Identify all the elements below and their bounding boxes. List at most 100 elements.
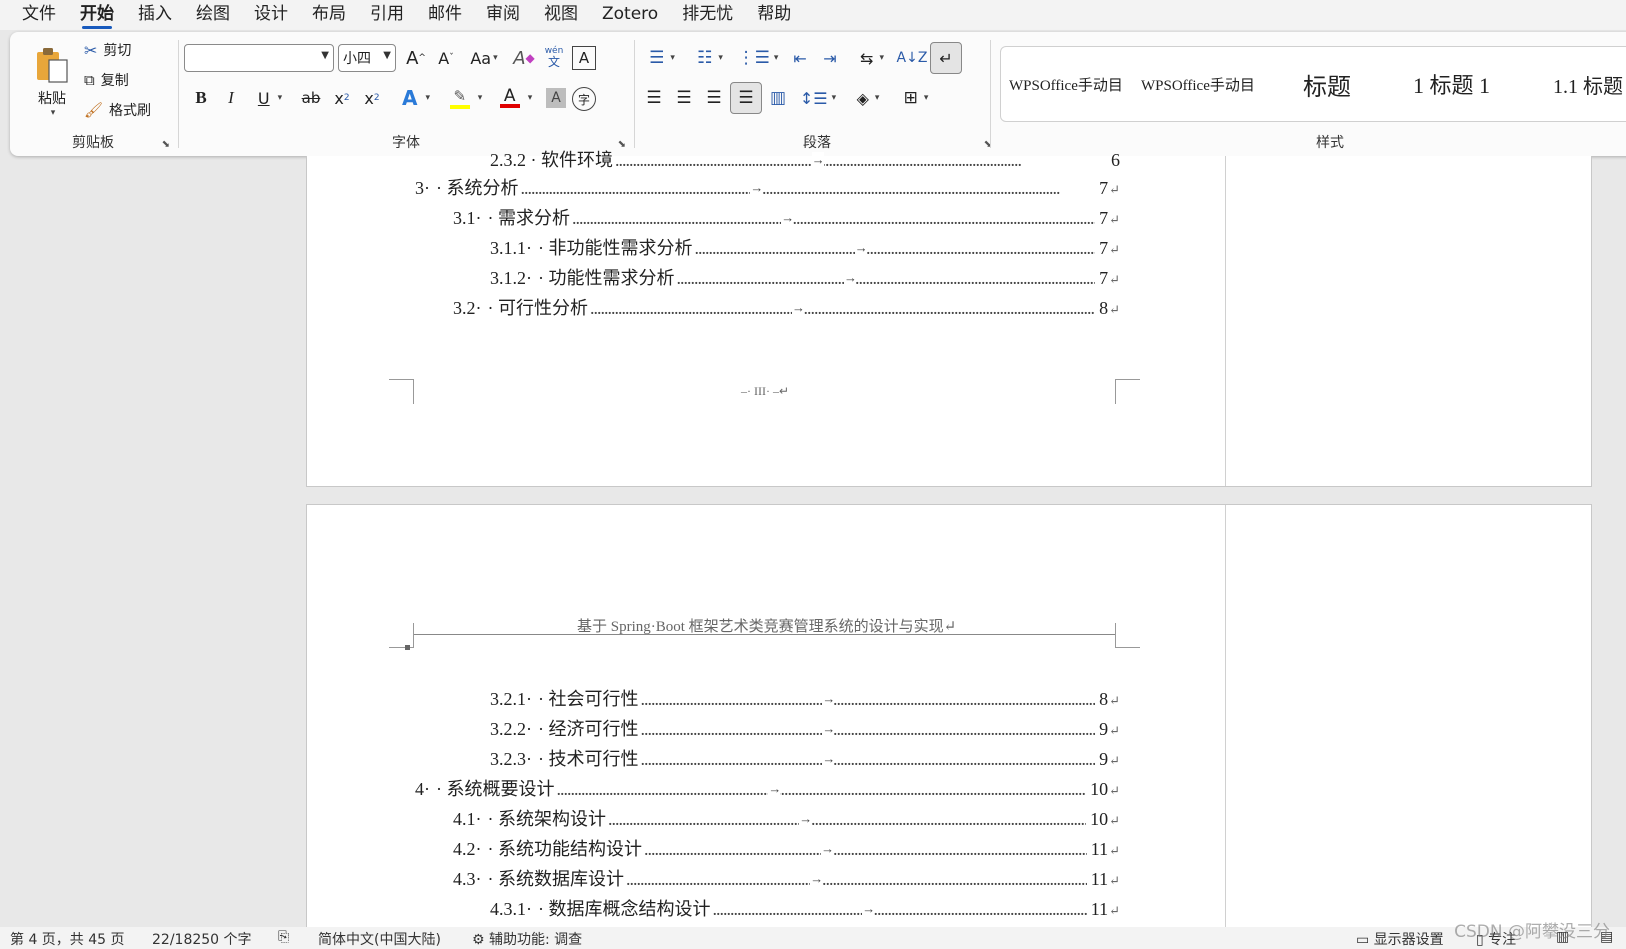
toc-line[interactable]: 4.3· · 系统数据库设计 .........................… xyxy=(453,865,1120,891)
toc-line[interactable]: 3.1· · 需求分析 ............................… xyxy=(453,204,1120,230)
style-label: 1 标题 1 xyxy=(1413,73,1491,98)
strikethrough-button[interactable]: ab xyxy=(296,84,326,112)
text-effects-icon: A xyxy=(401,86,418,110)
language-status[interactable]: 简体中文(中国大陆) xyxy=(318,929,441,949)
copy-button[interactable]: ⧉ 复制 xyxy=(84,70,129,90)
align-right-button[interactable]: ☰ xyxy=(700,84,728,112)
menu-help[interactable]: 帮助 xyxy=(745,0,803,30)
accessibility-status[interactable]: ⚙ 辅助功能: 调查 xyxy=(472,929,582,949)
align-left-button[interactable]: ☰ xyxy=(640,84,668,112)
word-count-status[interactable]: 22/18250 个字 xyxy=(152,929,252,949)
shrink-font-button[interactable]: Aˇ xyxy=(432,44,460,72)
decrease-indent-button[interactable]: ⇤ xyxy=(786,44,814,72)
toc-number: 4.3.1· xyxy=(490,899,532,919)
menu-zotero[interactable]: Zotero xyxy=(590,0,670,30)
style-wps-toc-2[interactable]: WPSOffice手动目 xyxy=(1141,47,1263,121)
tab-mark: → xyxy=(843,270,857,286)
style-heading-2[interactable]: 1.1 标题 2 xyxy=(1553,47,1626,121)
toc-line[interactable]: 3.2.2· · 经济可行性 .........................… xyxy=(490,715,1120,741)
toc-line[interactable]: 3· · 系统分析 ..............................… xyxy=(415,174,1120,200)
phonetic-guide-button[interactable]: wén 文 xyxy=(540,42,568,72)
toc-line[interactable]: 4.2· · 系统功能结构设计 ........................… xyxy=(453,835,1120,861)
numbering-button[interactable]: ☷ ▾ xyxy=(688,44,732,72)
paragraph-mark: ↵ xyxy=(1109,182,1120,197)
proofing-icon[interactable]: ⎘ xyxy=(278,929,289,945)
font-name-combo[interactable]: ▼ xyxy=(184,44,334,72)
grow-font-button[interactable]: A ^ xyxy=(402,44,430,72)
text-direction-button[interactable]: ⇆ ▾ xyxy=(850,44,894,72)
document-page-1[interactable]: 2.3.2 · 软件环境 ...........................… xyxy=(306,150,1592,487)
borders-button[interactable]: ⊞ ▾ xyxy=(894,84,938,112)
subscript-button[interactable]: x2 xyxy=(328,84,356,112)
toc-line[interactable]: 3.1.2· · 功能性需求分析 .......................… xyxy=(490,264,1120,290)
toc-line[interactable]: 4.3.1· · 数据库概念结构设计 .....................… xyxy=(490,895,1120,921)
paragraph-mark: ↵ xyxy=(1109,813,1120,828)
menu-paiwuyou[interactable]: 排无忧 xyxy=(670,0,745,30)
toc-line-partial[interactable]: 2.3.2 · 软件环境 ...........................… xyxy=(490,146,1120,172)
enclose-char-button[interactable]: 字 xyxy=(572,87,596,111)
document-page-2[interactable]: 基于 Spring·Boot 框架艺术类竞赛管理系统的设计与实现↵ 3.2.1·… xyxy=(306,504,1592,934)
text-effects-button[interactable]: A ▾ xyxy=(394,84,438,112)
style-title[interactable]: 标题 xyxy=(1303,47,1393,121)
change-case-button[interactable]: Aa ▾ xyxy=(464,44,504,72)
clear-format-button[interactable]: A ◆ xyxy=(510,44,538,72)
multilevel-list-button[interactable]: ⋮☰ ▾ xyxy=(736,44,780,72)
toc-title: · 需求分析 xyxy=(487,208,571,228)
line-spacing-button[interactable]: ↕☰ ▾ xyxy=(796,84,840,112)
cut-button[interactable]: ✂ 剪切 xyxy=(84,40,131,60)
show-marks-button[interactable]: ↵ xyxy=(930,42,962,74)
highlight-button[interactable]: ✎ ▾ xyxy=(442,84,490,112)
paste-dropdown-icon[interactable]: ▾ xyxy=(51,108,56,118)
superscript-button[interactable]: x2 xyxy=(358,84,386,112)
toc-line[interactable]: 3.2.3· · 技术可行性 .........................… xyxy=(490,745,1120,771)
toc-line[interactable]: 4· · 系统概要设计 ............................… xyxy=(415,775,1120,801)
toc-title: · 系统架构设计 xyxy=(487,809,607,829)
toc-line[interactable]: 3.2· · 可行性分析 ...........................… xyxy=(453,294,1120,320)
multilevel-list-icon: ⋮☰ xyxy=(737,48,770,68)
display-settings-button[interactable]: ▭ 显示器设置 xyxy=(1356,929,1444,949)
toc-line[interactable]: 3.2.1· · 社会可行性 .........................… xyxy=(490,685,1120,711)
toc-leader: ........................................… xyxy=(640,749,1096,769)
toc-leader: ........................................… xyxy=(626,869,1087,889)
paragraph-mark: ↵ xyxy=(1109,903,1120,918)
justify-button[interactable]: ☰ xyxy=(730,82,762,114)
clipboard-launcher-icon[interactable]: ⬊ xyxy=(162,139,170,150)
bullets-button[interactable]: ☰ ▾ xyxy=(640,44,684,72)
menu-references[interactable]: 引用 xyxy=(358,0,416,30)
menu-draw[interactable]: 绘图 xyxy=(184,0,242,30)
paragraph-mark: ↵ xyxy=(1109,753,1120,768)
bold-button[interactable]: B xyxy=(188,84,214,112)
align-center-button[interactable]: ☰ xyxy=(670,84,698,112)
increase-indent-button[interactable]: ⇥ xyxy=(816,44,844,72)
toc-number: 4.3· xyxy=(453,869,482,889)
paste-button[interactable]: 粘贴 ▾ xyxy=(24,40,80,124)
tab-mark: → xyxy=(854,240,868,256)
menu-insert[interactable]: 插入 xyxy=(126,0,184,30)
menu-review[interactable]: 审阅 xyxy=(474,0,532,30)
page-count-status[interactable]: 第 4 页，共 45 页 xyxy=(10,929,125,949)
menu-mailings[interactable]: 邮件 xyxy=(416,0,474,30)
toc-title: · 系统数据库设计 xyxy=(487,869,625,889)
style-wps-toc-1[interactable]: WPSOffice手动目 xyxy=(1009,47,1131,121)
char-shade-button[interactable]: A xyxy=(546,88,566,108)
char-border-button[interactable]: A xyxy=(572,46,596,70)
font-size-combo[interactable]: 小四 ▼ xyxy=(338,44,396,72)
menu-file[interactable]: 文件 xyxy=(0,0,68,30)
sort-button[interactable]: A↓Z xyxy=(897,44,928,72)
subscript-icon: x xyxy=(334,88,344,108)
font-color-button[interactable]: A ▾ xyxy=(494,84,538,112)
underline-button[interactable]: U ▾ xyxy=(248,84,292,112)
italic-button[interactable]: I xyxy=(218,84,244,112)
shading-button[interactable]: ◈ ▾ xyxy=(846,84,890,112)
menu-home[interactable]: 开始 xyxy=(68,0,126,30)
toc-line[interactable]: 3.1.1· · 非功能性需求分析 ......................… xyxy=(490,234,1120,260)
distributed-button[interactable]: ▥ xyxy=(764,84,792,112)
format-painter-button[interactable]: 🖌 格式刷 xyxy=(84,100,151,120)
menu-view[interactable]: 视图 xyxy=(532,0,590,30)
italic-icon: I xyxy=(228,88,234,107)
toc-line[interactable]: 4.1· · 系统架构设计 ..........................… xyxy=(453,805,1120,831)
menu-design[interactable]: 设计 xyxy=(242,0,300,30)
menu-layout[interactable]: 布局 xyxy=(300,0,358,30)
style-heading-1[interactable]: 1 标题 1 xyxy=(1413,47,1533,121)
distributed-icon: ▥ xyxy=(769,88,787,108)
